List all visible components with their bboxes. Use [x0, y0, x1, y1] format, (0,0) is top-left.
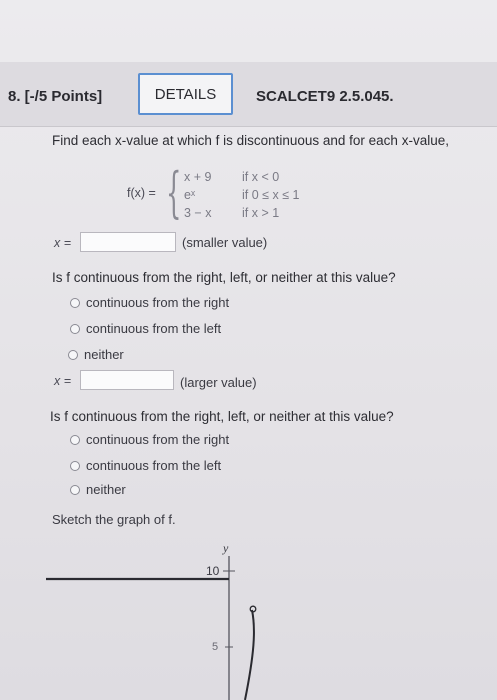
radio-label: neither: [86, 482, 126, 497]
details-button[interactable]: DETAILS: [138, 73, 233, 115]
radio-option-neither-1[interactable]: neither: [68, 347, 124, 362]
case-expr-3: 3 − x: [184, 206, 212, 220]
radio-circle[interactable]: [70, 434, 80, 445]
case-expr-2: eˣ: [184, 188, 196, 202]
x-label-larger: x =: [54, 374, 72, 388]
tick-label-5: 5: [212, 641, 218, 653]
radio-option-right-1[interactable]: continuous from the right: [70, 295, 229, 310]
radio-circle[interactable]: [70, 484, 80, 495]
radio-circle[interactable]: [70, 460, 80, 471]
question-prompt: Find each x-value at which f is disconti…: [52, 133, 449, 148]
case-cond-2: if 0 ≤ x ≤ 1: [242, 188, 300, 202]
question-code: SCALCET9 2.5.045.: [256, 88, 394, 105]
radio-label: continuous from the left: [86, 321, 222, 336]
continuity-question-2: Is f continuous from the right, left, or…: [50, 409, 394, 424]
sketch-instruction: Sketch the graph of f.: [52, 512, 176, 527]
radio-label: neither: [84, 347, 124, 362]
radio-option-left-1[interactable]: continuous from the left: [70, 321, 221, 336]
graph-curve-right-piece: [244, 609, 255, 700]
case-cond-3: if x > 1: [242, 206, 280, 220]
radio-option-left-2[interactable]: continuous from the left: [70, 458, 221, 473]
larger-x-input[interactable]: [80, 370, 174, 390]
sketch-graph[interactable]: y 10 5: [0, 540, 497, 700]
radio-circle[interactable]: [70, 297, 80, 308]
continuity-question-1: Is f continuous from the right, left, or…: [52, 270, 396, 285]
radio-option-neither-2[interactable]: neither: [70, 482, 126, 497]
case-cond-1: if x < 0: [242, 170, 280, 184]
piecewise-brace: {: [166, 161, 182, 224]
smaller-x-input[interactable]: [80, 232, 176, 252]
radio-label: continuous from the right: [86, 432, 230, 447]
case-expr-1: x + 9: [184, 170, 212, 184]
function-label: f(x) =: [127, 186, 156, 200]
question-number: 8. [-/5 Points]: [8, 88, 103, 105]
radio-circle[interactable]: [68, 349, 78, 360]
radio-label: continuous from the right: [86, 295, 230, 310]
tick-label-10: 10: [206, 564, 220, 578]
radio-option-right-2[interactable]: continuous from the right: [70, 432, 229, 447]
y-axis-label: y: [222, 541, 229, 555]
larger-value-note: (larger value): [180, 375, 257, 390]
radio-circle[interactable]: [70, 323, 80, 334]
smaller-value-note: (smaller value): [182, 235, 268, 250]
radio-label: continuous from the left: [86, 458, 222, 473]
x-label-smaller: x =: [54, 236, 72, 250]
